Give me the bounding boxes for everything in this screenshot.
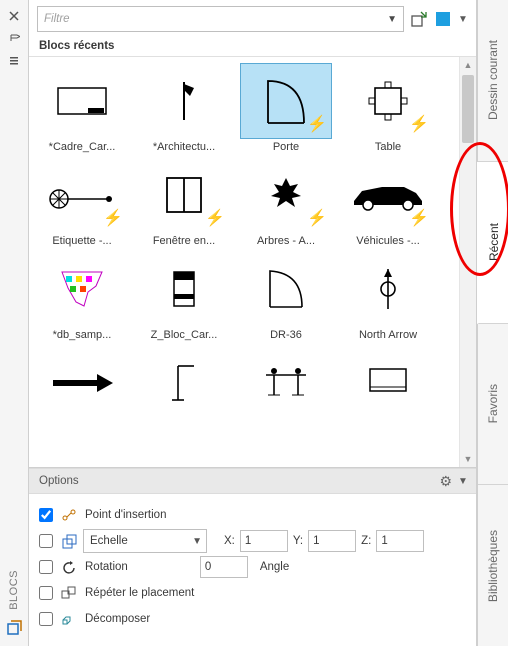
- block-item[interactable]: *db_samp...: [35, 251, 129, 341]
- block-item[interactable]: DR-36: [239, 251, 333, 341]
- rotation-checkbox[interactable]: [39, 560, 53, 574]
- block-item[interactable]: [239, 345, 333, 423]
- scroll-up-icon[interactable]: ▲: [460, 57, 476, 73]
- dynamic-bolt-icon: ⚡: [205, 208, 225, 228]
- repeat-checkbox[interactable]: [39, 586, 53, 600]
- rotation-icon: [61, 559, 77, 575]
- dynamic-bolt-icon: ⚡: [409, 114, 429, 134]
- angle-label: Angle: [254, 561, 289, 573]
- block-item[interactable]: ⚡ Fenêtre en...: [137, 157, 231, 247]
- block-item[interactable]: [341, 345, 435, 423]
- chevron-down-icon: ▼: [387, 14, 397, 25]
- repeat-label: Répéter le placement: [83, 587, 194, 599]
- block-item[interactable]: ⚡ Arbres - A...: [239, 157, 333, 247]
- scale-y-label: Y:: [292, 535, 304, 547]
- toolbar-dropdown-icon[interactable]: ▼: [458, 14, 468, 24]
- block-item[interactable]: ⚡ Table: [341, 63, 435, 153]
- rotation-label: Rotation: [83, 561, 128, 573]
- block-icon[interactable]: [6, 620, 22, 636]
- panel-title: BLOCS: [8, 570, 20, 610]
- scale-z-label: Z:: [360, 535, 372, 547]
- dynamic-bolt-icon: ⚡: [409, 208, 429, 228]
- pin-icon[interactable]: [6, 30, 22, 46]
- options-dropdown-icon[interactable]: ▼: [458, 476, 468, 486]
- scale-combo[interactable]: Echelle ▼: [83, 529, 207, 553]
- close-icon[interactable]: [6, 8, 22, 24]
- dynamic-bolt-icon: ⚡: [307, 114, 327, 134]
- block-item[interactable]: ⚡ Véhicules -...: [341, 157, 435, 247]
- filter-combo[interactable]: Filtre ▼: [37, 6, 404, 32]
- scroll-down-icon[interactable]: ▼: [460, 451, 476, 467]
- block-grid: *Cadre_Car... *Architectu... ⚡ Porte: [35, 63, 470, 423]
- scrollbar[interactable]: ▲ ▼: [459, 57, 476, 467]
- tab-bar: Dessin courant Récent Favoris Bibliothèq…: [477, 0, 508, 646]
- block-item[interactable]: *Cadre_Car...: [35, 63, 129, 153]
- block-item[interactable]: *Architectu...: [137, 63, 231, 153]
- scale-y-field[interactable]: 1: [308, 530, 356, 552]
- explode-label: Décomposer: [83, 613, 150, 625]
- recent-blocks-header: Blocs récents: [29, 36, 476, 57]
- scale-checkbox[interactable]: [39, 534, 53, 548]
- block-item[interactable]: [35, 345, 129, 423]
- explode-checkbox[interactable]: [39, 612, 53, 626]
- block-item[interactable]: Z_Bloc_Car...: [137, 251, 231, 341]
- block-item[interactable]: [137, 345, 231, 423]
- options-label: Options: [39, 475, 79, 487]
- blue-color-button[interactable]: [436, 12, 450, 26]
- tab-favoris[interactable]: Favoris: [478, 324, 508, 486]
- options-header[interactable]: Options ⚙ ▼: [29, 468, 476, 494]
- insert-icon[interactable]: [410, 10, 428, 28]
- insertion-point-checkbox[interactable]: [39, 508, 53, 522]
- insertion-point-icon: [61, 507, 77, 523]
- chevron-down-icon: ▼: [192, 536, 202, 547]
- tab-recent[interactable]: Récent: [477, 162, 508, 324]
- filter-placeholder: Filtre: [44, 13, 70, 25]
- tab-bibliotheques[interactable]: Bibliothèques: [478, 485, 508, 646]
- main-panel: Filtre ▼ ▼ Blocs récents *C: [29, 0, 477, 646]
- scale-z-field[interactable]: 1: [376, 530, 424, 552]
- dynamic-bolt-icon: ⚡: [307, 208, 327, 228]
- left-docking-bar: BLOCS: [0, 0, 29, 646]
- block-item[interactable]: North Arrow: [341, 251, 435, 341]
- dynamic-bolt-icon: ⚡: [103, 208, 123, 228]
- menu-icon[interactable]: [6, 52, 22, 68]
- rotation-field[interactable]: 0: [200, 556, 248, 578]
- scroll-thumb[interactable]: [462, 75, 474, 143]
- block-item[interactable]: ⚡ Porte: [239, 63, 333, 153]
- insertion-point-label: Point d'insertion: [83, 509, 166, 521]
- scale-icon: [61, 533, 77, 549]
- gear-icon[interactable]: ⚙: [439, 473, 452, 490]
- tab-dessin-courant[interactable]: Dessin courant: [478, 0, 508, 162]
- repeat-icon: [61, 585, 77, 601]
- scale-x-field[interactable]: 1: [240, 530, 288, 552]
- scale-x-label: X:: [223, 535, 236, 547]
- block-item[interactable]: ⚡ Etiquette -...: [35, 157, 129, 247]
- explode-icon: [61, 611, 77, 627]
